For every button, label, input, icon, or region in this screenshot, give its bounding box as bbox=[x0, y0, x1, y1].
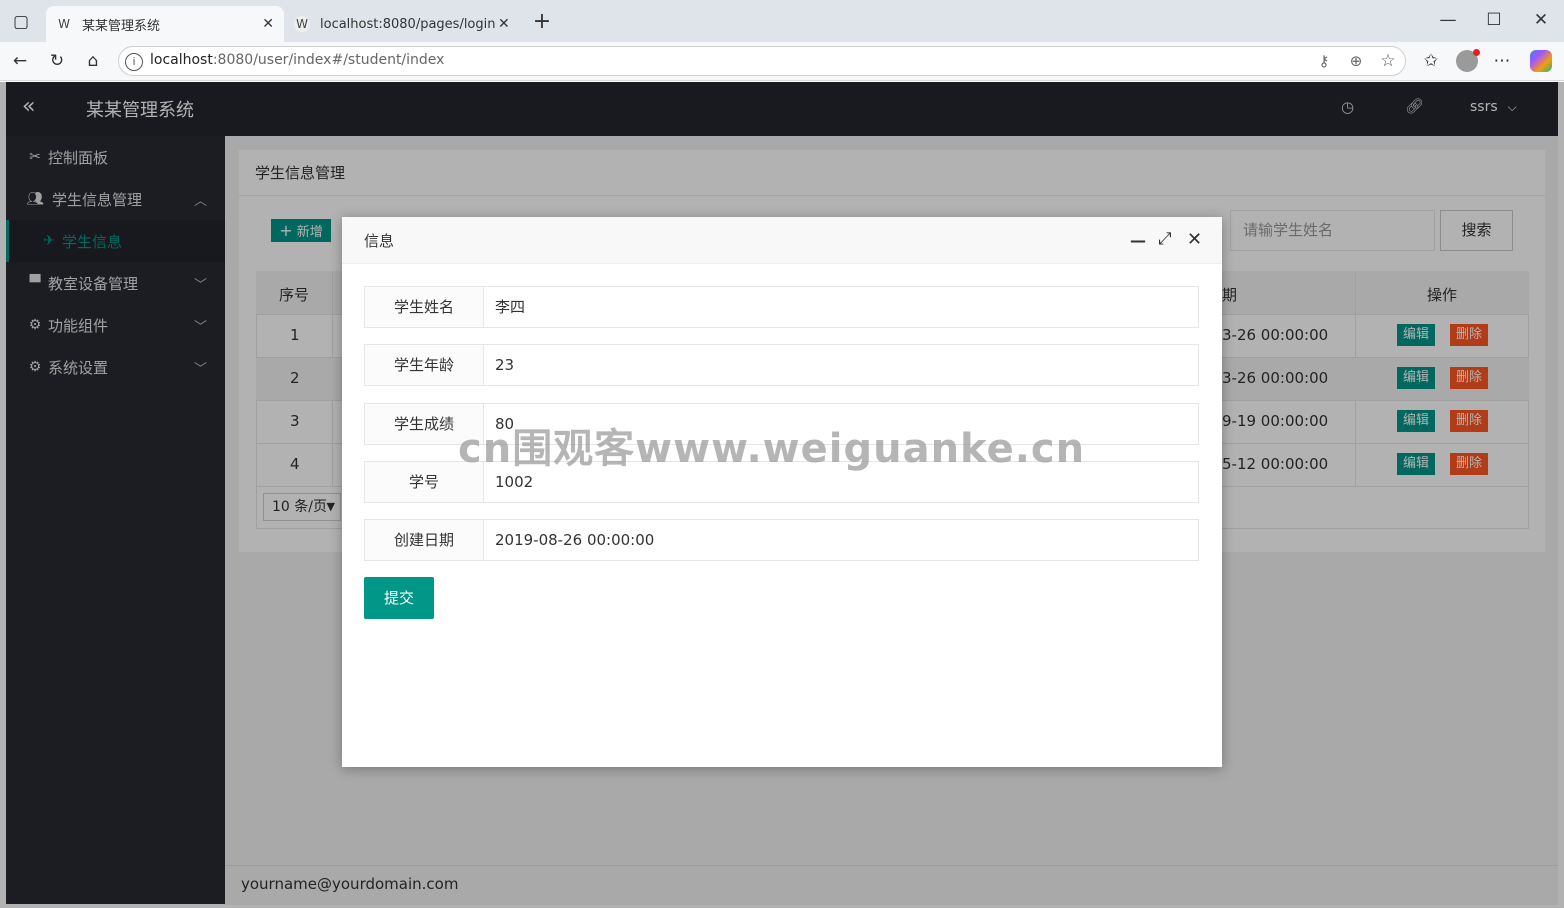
zoom-icon[interactable]: ⊕ bbox=[1344, 49, 1368, 73]
field-label: 学生姓名 bbox=[364, 286, 484, 328]
tab-title: 某某管理系统 bbox=[82, 18, 161, 34]
field-label: 学生年龄 bbox=[364, 344, 484, 386]
browser-tab[interactable]: W localhost:8080/pages/loginOrReg ✕ bbox=[284, 6, 524, 42]
dialog-titlebar[interactable] bbox=[342, 217, 1222, 264]
close-window-icon[interactable]: ✕ bbox=[1529, 8, 1553, 32]
watermark: cn围观客www.weiguanke.cn bbox=[458, 426, 1086, 472]
dialog-title: 信息 bbox=[364, 232, 395, 250]
minimize-window-icon[interactable]: — bbox=[1436, 8, 1460, 32]
tab-favicon-icon: W bbox=[294, 16, 310, 32]
submit-button[interactable]: 提交 bbox=[364, 577, 434, 619]
tab-title: localhost:8080/pages/loginOrReg bbox=[320, 16, 496, 32]
home-icon[interactable]: ⌂ bbox=[81, 49, 105, 73]
close-icon[interactable]: ✕ bbox=[1187, 229, 1202, 250]
tab-actions-icon[interactable]: ▢ bbox=[9, 10, 33, 34]
field-label: 创建日期 bbox=[364, 519, 484, 561]
favorites-list-icon[interactable]: ✩ bbox=[1419, 49, 1443, 73]
minimize-icon[interactable]: — bbox=[1130, 231, 1146, 250]
more-menu-icon[interactable]: ⋯ bbox=[1490, 49, 1514, 73]
new-tab-icon[interactable]: + bbox=[530, 10, 554, 34]
close-tab-icon[interactable]: ✕ bbox=[262, 16, 274, 32]
tab-favicon-icon: W bbox=[58, 17, 70, 31]
created-date-field[interactable]: 2019-08-26 00:00:00 bbox=[484, 519, 1199, 561]
back-icon[interactable]: ← bbox=[8, 49, 32, 73]
browser-tab-active[interactable]: W 某某管理系统 ✕ bbox=[46, 6, 284, 42]
favorite-star-icon[interactable]: ☆ bbox=[1376, 49, 1400, 73]
profile-badge-icon bbox=[1473, 49, 1480, 56]
maximize-icon[interactable]: ⤢ bbox=[1158, 229, 1172, 249]
student-age-field[interactable]: 23 bbox=[484, 344, 1199, 386]
reload-icon[interactable]: ↻ bbox=[45, 49, 69, 73]
password-key-icon[interactable]: ⚷ bbox=[1312, 49, 1336, 73]
maximize-window-icon[interactable]: ☐ bbox=[1482, 8, 1506, 32]
url-text: localhost:8080/user/index#/student/index bbox=[150, 52, 445, 68]
site-info-icon[interactable]: i bbox=[125, 53, 143, 71]
student-name-field[interactable]: 李四 bbox=[484, 286, 1199, 328]
close-tab-icon[interactable]: ✕ bbox=[498, 16, 510, 32]
copilot-icon[interactable] bbox=[1530, 50, 1552, 72]
